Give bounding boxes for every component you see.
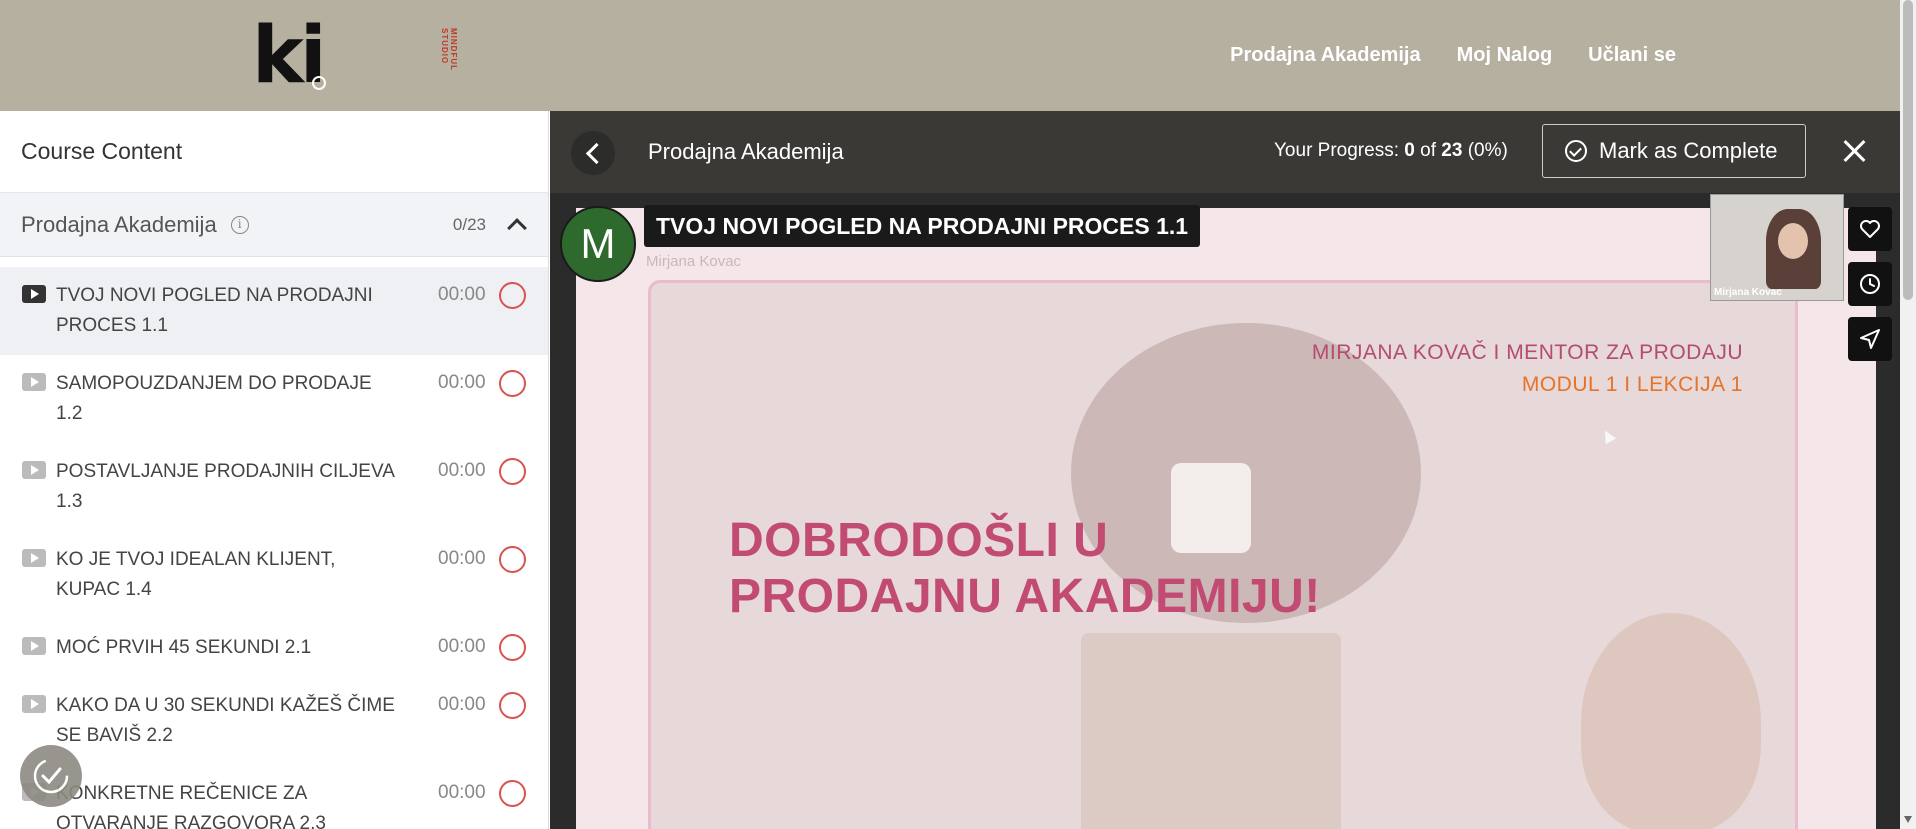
completion-circle-icon[interactable]: [499, 546, 526, 573]
slide-frame: MIRJANA KOVAČ I MENTOR ZA PRODAJU MODUL …: [648, 280, 1798, 829]
lesson-duration: 00:00: [438, 694, 486, 715]
play-icon: [22, 461, 46, 479]
play-icon: [22, 637, 46, 655]
play-icon: [22, 373, 46, 391]
slide-heading: DOBRODOŠLI U PRODAJNU AKADEMIJU!: [729, 513, 1321, 625]
progress-done: 0: [1404, 140, 1415, 161]
back-button[interactable]: [571, 131, 615, 175]
lesson-item[interactable]: MOĆ PRVIH 45 SEKUNDI 2.1 00:00: [0, 619, 548, 677]
logo-side-text: MINDFUL STUDIO: [440, 28, 458, 71]
lesson-item[interactable]: KAKO DA U 30 SEKUNDI KAŽEŠ ČIME SE BAVIŠ…: [0, 677, 548, 765]
watch-later-button[interactable]: [1848, 262, 1892, 306]
completion-circle-icon[interactable]: [499, 780, 526, 807]
accessibility-widget-button[interactable]: [20, 745, 82, 807]
lesson-title: KO JE TVOJ IDEALAN KLIJENT, KUPAC 1.4: [56, 549, 336, 600]
lesson-title: MOĆ PRVIH 45 SEKUNDI 2.1: [56, 637, 312, 658]
section-header[interactable]: Prodajna Akademija i 0/23: [0, 193, 548, 257]
progress-label: Your Progress:: [1274, 140, 1399, 161]
like-button[interactable]: [1848, 207, 1892, 251]
section-title: Prodajna Akademija: [21, 211, 217, 237]
scroll-down-arrow-icon[interactable]: [1904, 816, 1912, 823]
completion-circle-icon[interactable]: [499, 634, 526, 661]
course-title: Prodajna Akademija: [648, 139, 844, 164]
presenter-face: [1778, 223, 1808, 259]
video-player[interactable]: MIRJANA KOVAČ I MENTOR ZA PRODAJU MODUL …: [576, 208, 1876, 829]
lesson-item[interactable]: KO JE TVOJ IDEALAN KLIJENT, KUPAC 1.4 00…: [0, 531, 548, 619]
top-header: ki zen MINDFUL STUDIO Prodajna Akademija…: [0, 0, 1900, 171]
slide-subtitle: MIRJANA KOVAČ I MENTOR ZA PRODAJU MODUL …: [1312, 341, 1743, 397]
course-sidebar: Course Content Prodajna Akademija i 0/23…: [0, 111, 549, 829]
lesson-title: KONKRETNE REČENICE ZA OTVARANJE RAZGOVOR…: [56, 783, 326, 829]
lesson-item[interactable]: TVOJ NOVI POGLED NA PRODAJNI PROCES 1.1 …: [0, 267, 548, 355]
nav-link-moj-nalog[interactable]: Moj Nalog: [1457, 44, 1553, 67]
lesson-viewer: Prodajna Akademija Your Progress: 0 of 2…: [550, 111, 1900, 829]
progress-total: 23: [1441, 140, 1463, 161]
lesson-item[interactable]: KONKRETNE REČENICE ZA OTVARANJE RAZGOVOR…: [0, 765, 548, 829]
presenter-thumbnail: Mirjana Kovac: [1710, 194, 1844, 301]
lesson-list: TVOJ NOVI POGLED NA PRODAJNI PROCES 1.1 …: [0, 257, 548, 829]
lesson-duration: 00:00: [438, 636, 486, 657]
clock-icon: [1860, 274, 1880, 294]
slide-heading-line-2: PRODAJNU AKADEMIJU!: [729, 570, 1321, 623]
lesson-duration: 00:00: [438, 372, 486, 393]
section-count: 0/23: [452, 214, 486, 234]
check-circle-icon: [1565, 140, 1587, 162]
lesson-title: SAMOPOUZDANJEM DO PRODAJE 1.2: [56, 373, 372, 424]
lesson-duration: 00:00: [438, 284, 486, 305]
play-icon: [22, 549, 46, 567]
leaf-image: [1581, 613, 1761, 829]
lesson-duration: 00:00: [438, 460, 486, 481]
play-icon: [22, 285, 46, 303]
nav-link-uclani-se[interactable]: Učlani se: [1588, 44, 1676, 67]
presenter-name-label: Mirjana Kovac: [1714, 287, 1782, 298]
scrollbar-thumb[interactable]: [1903, 0, 1913, 300]
lesson-item[interactable]: SAMOPOUZDANJEM DO PRODAJE 1.2 00:00: [0, 355, 548, 443]
video-author: Mirjana Kovac: [646, 253, 742, 270]
progress-of: of: [1420, 140, 1436, 161]
lesson-title: KAKO DA U 30 SEKUNDI KAŽEŠ ČIME SE BAVIŠ…: [56, 695, 395, 746]
share-button[interactable]: [1848, 317, 1892, 361]
laptop-image: [1081, 633, 1341, 829]
heart-icon: [1860, 220, 1880, 238]
play-icon: [22, 695, 46, 713]
slide-mentor-line: MIRJANA KOVAČ I MENTOR ZA PRODAJU: [1311, 341, 1743, 364]
video-title: TVOJ NOVI POGLED NA PRODAJNI PROCES 1.1: [644, 205, 1201, 247]
lesson-item[interactable]: POSTAVLJANJE PRODAJNIH CILJEVA 1.3 00:00: [0, 443, 548, 531]
info-icon[interactable]: i: [230, 215, 249, 234]
chevron-up-icon[interactable]: [507, 218, 527, 238]
completion-circle-icon[interactable]: [499, 370, 526, 397]
logo-ring-icon: [312, 76, 326, 90]
completion-circle-icon[interactable]: [499, 458, 526, 485]
mark-as-complete-label: Mark as Complete: [1599, 138, 1778, 163]
nav-link-prodajna-akademija[interactable]: Prodajna Akademija: [1230, 44, 1420, 67]
progress-percent: (0%): [1467, 140, 1508, 161]
close-icon[interactable]: [1840, 137, 1868, 165]
top-nav: Prodajna Akademija Moj Nalog Učlani se: [1230, 44, 1676, 67]
page-scrollbar[interactable]: [1900, 0, 1916, 829]
course-content-title: Course Content: [0, 111, 548, 193]
author-avatar: M: [560, 206, 636, 282]
kizen-logo[interactable]: ki zen MINDFUL STUDIO: [252, 17, 458, 171]
lesson-duration: 00:00: [438, 548, 486, 569]
completion-circle-icon[interactable]: [499, 692, 526, 719]
mark-as-complete-button[interactable]: Mark as Complete: [1542, 124, 1806, 178]
completion-circle-icon[interactable]: [499, 282, 526, 309]
lesson-title: POSTAVLJANJE PRODAJNIH CILJEVA 1.3: [56, 461, 394, 512]
slide-heading-line-1: DOBRODOŠLI U: [729, 514, 1109, 567]
lesson-toolbar: Prodajna Akademija Your Progress: 0 of 2…: [550, 111, 1900, 193]
send-icon: [1860, 329, 1880, 349]
lesson-duration: 00:00: [438, 782, 486, 803]
slide-module-line: MODUL 1 I LEKCIJA 1: [1521, 373, 1743, 396]
progress-text: Your Progress: 0 of 23 (0%): [1274, 140, 1508, 162]
lesson-title: TVOJ NOVI POGLED NA PRODAJNI PROCES 1.1: [56, 285, 373, 336]
accessibility-icon: [33, 758, 69, 794]
